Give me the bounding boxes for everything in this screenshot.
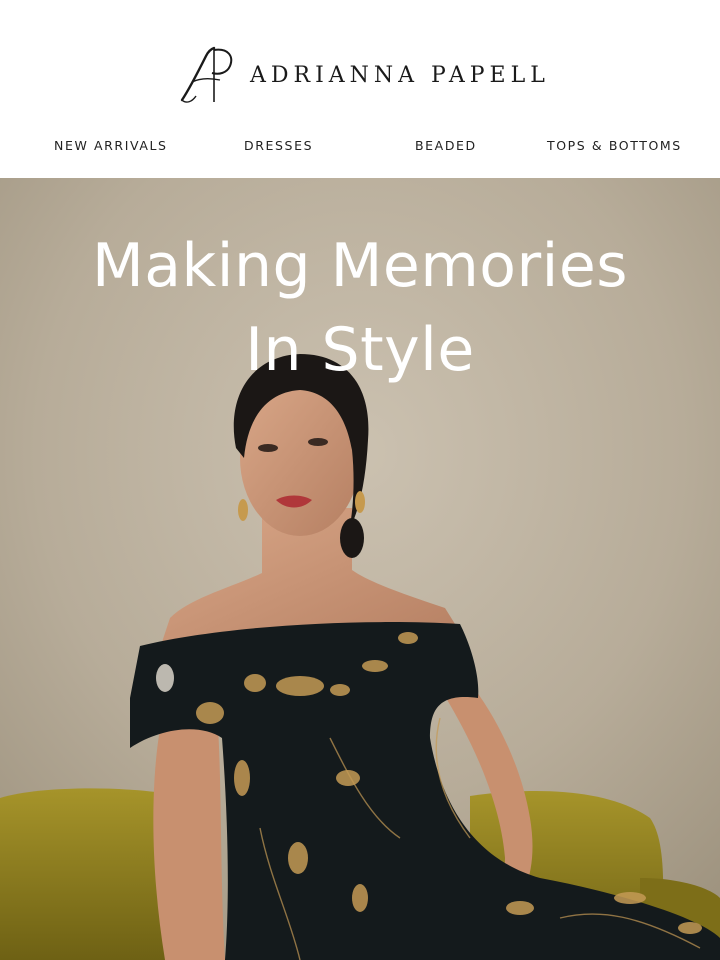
brand-logo-link[interactable]: ADRIANNA PAPELL xyxy=(176,42,550,108)
hero-heading-line-2: In Style xyxy=(245,315,475,385)
hero-banner[interactable]: Making Memories In Style xyxy=(0,178,720,960)
brand-name: ADRIANNA PAPELL xyxy=(250,62,550,88)
email-page: ADRIANNA PAPELL NEW ARRIVALS DRESSES BEA… xyxy=(0,0,720,960)
ap-monogram-logo-icon xyxy=(180,46,233,103)
nav-beaded[interactable]: BEADED xyxy=(415,138,477,153)
hero-heading: Making Memories In Style xyxy=(0,224,720,392)
nav-new-arrivals[interactable]: NEW ARRIVALS xyxy=(54,138,168,153)
hero-heading-line-1: Making Memories xyxy=(92,231,628,301)
header: ADRIANNA PAPELL NEW ARRIVALS DRESSES BEA… xyxy=(0,0,720,178)
nav-tops-bottoms[interactable]: TOPS & BOTTOMS xyxy=(547,138,682,153)
nav-dresses[interactable]: DRESSES xyxy=(244,138,313,153)
main-nav: NEW ARRIVALS DRESSES BEADED TOPS & BOTTO… xyxy=(0,138,720,156)
